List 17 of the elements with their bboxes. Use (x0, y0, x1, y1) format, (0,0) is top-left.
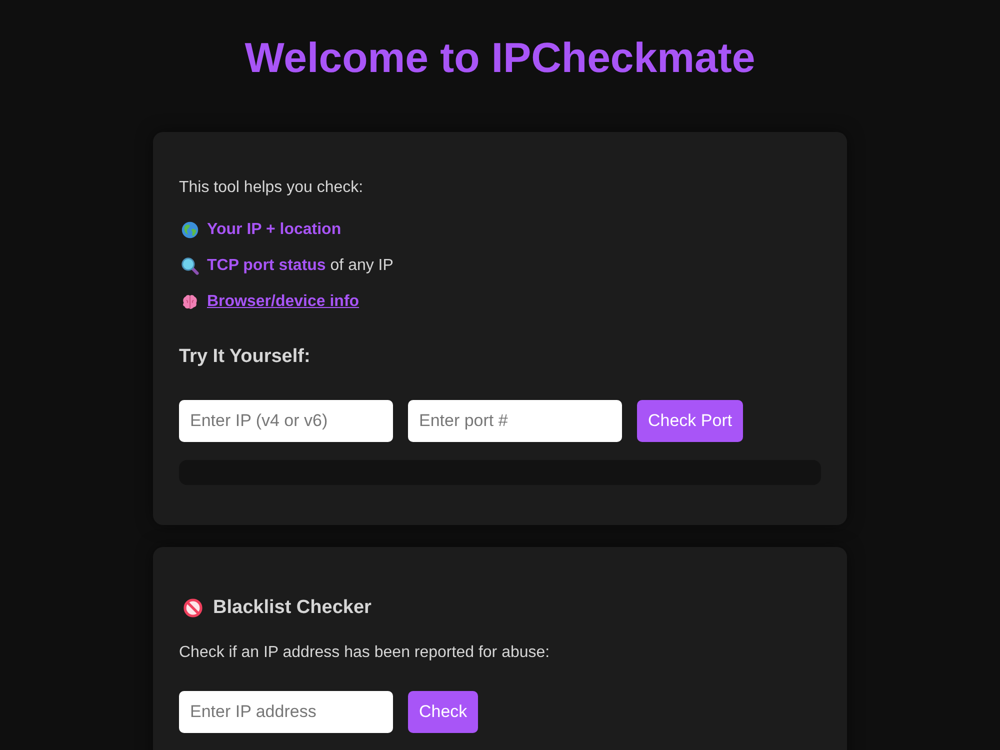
prohibited-icon (183, 598, 203, 618)
description-text: Check if an IP address has been reported for abuse: (179, 643, 551, 663)
check-button[interactable]: Check (408, 691, 478, 733)
page-title: Welcome to IPCheckmate (244, 33, 756, 83)
magnifier-icon (181, 257, 199, 275)
globe-icon (181, 221, 199, 239)
intro-text: This tool helps you check: (179, 178, 364, 198)
feature-label: Your IP + location (207, 221, 342, 239)
input-field[interactable]: Enter port # (408, 400, 622, 442)
input-field[interactable]: Enter IP address (179, 691, 393, 733)
check-port-button[interactable]: Check Port (637, 400, 744, 442)
feature-text: TCP port status of any IP (207, 257, 394, 275)
section-heading: Blacklist Checker (213, 596, 372, 620)
feature-link[interactable]: Browser/device info (207, 293, 360, 311)
input-field[interactable]: Enter IP (v4 or v6) (179, 400, 393, 442)
brain-icon (181, 293, 199, 311)
section-heading: Try It Yourself: (179, 345, 312, 369)
